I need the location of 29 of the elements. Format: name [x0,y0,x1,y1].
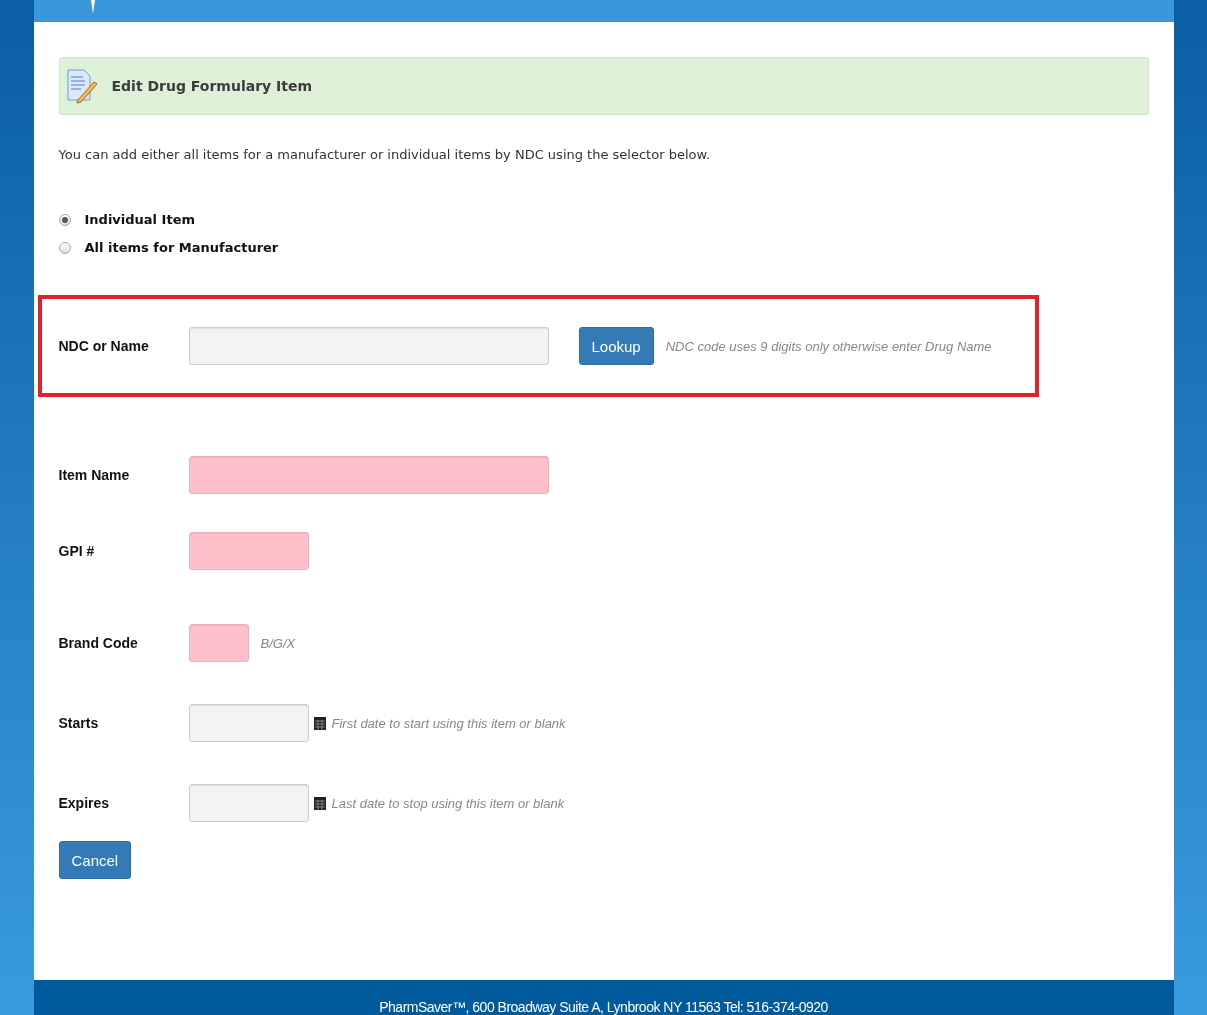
help-text: NDC code uses 9 digits only otherwise enter Drug Name [665,338,992,354]
field-label: NDC or Name [58,338,150,354]
text-field[interactable] [188,624,249,662]
field-label: Expires [58,795,111,811]
instruction-text: You can add either all items for a manufacturer or individual items by NDC using the selector below. [58,147,712,162]
radio-button[interactable] [58,241,71,254]
text-field[interactable] [188,327,549,365]
document-edit-icon [65,67,98,105]
field-label: GPI # [58,543,96,559]
page-title: Edit Drug Formulary Item [111,78,313,94]
help-text: First date to start using this item or blank [331,715,566,731]
field-label: Item Name [58,467,131,483]
text-field[interactable] [188,532,309,570]
pen-tip-icon [89,0,96,14]
help-text: B/G/X [260,635,296,651]
footer-address: PharmSaver™, 600 Broadway Suite A, Lynbrook NY 11563 Tel: 516-374-0920 [379,999,828,1015]
help-text: Last date to stop using this item or blank [331,795,565,811]
field-label: Starts [58,715,100,731]
text-field[interactable] [188,704,309,742]
text-field[interactable] [188,784,309,822]
calendar-icon[interactable] [313,796,326,810]
lookup-button[interactable]: Lookup [578,327,654,365]
radio-button[interactable] [58,213,71,226]
cancel-button[interactable]: Cancel [58,841,132,879]
calendar-icon[interactable] [313,716,326,730]
radio-label: Individual Item [84,212,195,227]
field-label: Brand Code [58,635,139,651]
radio-label: All items for Manufacturer [84,240,279,255]
text-field[interactable] [188,456,549,494]
